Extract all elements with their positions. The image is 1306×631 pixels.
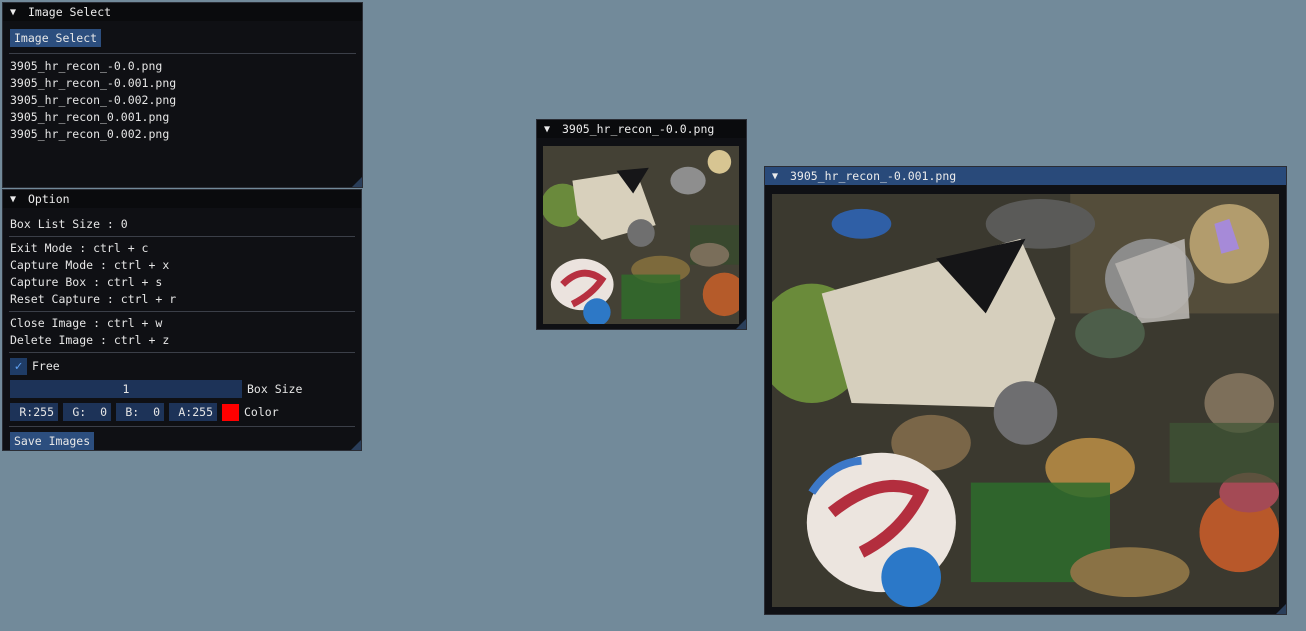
- resize-grip[interactable]: [736, 319, 746, 329]
- box-list-size-text: Box List Size : 0: [10, 217, 128, 231]
- window-title: Image Select: [28, 5, 112, 19]
- image-canvas[interactable]: [772, 194, 1279, 607]
- divider: [9, 311, 355, 312]
- color-g-input[interactable]: G: 0: [63, 403, 111, 421]
- image-window[interactable]: ▼ 3905_hr_recon_-0.0.png: [536, 119, 747, 330]
- divider: [9, 352, 355, 353]
- file-item[interactable]: 3905_hr_recon_0.002.png: [3, 126, 362, 143]
- free-checkbox[interactable]: ✓: [10, 357, 27, 375]
- shortcut-text: Capture Mode : ctrl + x: [10, 258, 170, 272]
- collapse-triangle-icon[interactable]: ▼: [772, 171, 790, 182]
- box-size-label: Box Size: [247, 382, 303, 396]
- file-item[interactable]: 3905_hr_recon_-0.001.png: [3, 75, 362, 92]
- image-select-window[interactable]: ▼ Image Select Image Select 3905_hr_reco…: [2, 2, 363, 188]
- resize-grip[interactable]: [1276, 604, 1286, 614]
- shortcut-text: Exit Mode : ctrl + c: [10, 241, 149, 255]
- divider: [9, 236, 355, 237]
- image-select-button[interactable]: Image Select: [10, 29, 102, 47]
- color-row: R:255 G: 0 B: 0 A:255 Color: [3, 402, 361, 422]
- window-title: Option: [28, 192, 70, 206]
- checkmark-icon: ✓: [14, 358, 23, 374]
- box-size-slider[interactable]: 1: [10, 380, 242, 398]
- color-label: Color: [244, 405, 279, 419]
- collapse-triangle-icon[interactable]: ▼: [10, 194, 28, 205]
- option-titlebar[interactable]: ▼ Option: [3, 190, 361, 208]
- color-swatch[interactable]: [222, 403, 239, 421]
- collapse-triangle-icon[interactable]: ▼: [544, 124, 562, 135]
- window-title: 3905_hr_recon_-0.0.png: [562, 122, 715, 136]
- file-item[interactable]: 3905_hr_recon_-0.002.png: [3, 92, 362, 109]
- collage-image: [543, 146, 739, 324]
- image-window-titlebar[interactable]: ▼ 3905_hr_recon_-0.001.png: [765, 167, 1286, 185]
- option-window[interactable]: ▼ Option Box List Size : 0 Exit Mode : c…: [2, 189, 362, 451]
- shortcut-text: Reset Capture : ctrl + r: [10, 292, 177, 306]
- file-item[interactable]: 3905_hr_recon_-0.0.png: [3, 58, 362, 75]
- divider: [9, 426, 355, 427]
- free-label: Free: [32, 359, 60, 373]
- color-a-input[interactable]: A:255: [169, 403, 217, 421]
- box-size-row: 1 Box Size: [3, 379, 361, 399]
- color-r-input[interactable]: R:255: [10, 403, 58, 421]
- shortcut-text: Close Image : ctrl + w: [10, 316, 163, 330]
- shortcut-text: Delete Image : ctrl + z: [10, 333, 170, 347]
- divider: [9, 53, 356, 54]
- image-select-titlebar[interactable]: ▼ Image Select: [3, 3, 362, 21]
- image-window-titlebar[interactable]: ▼ 3905_hr_recon_-0.0.png: [537, 120, 746, 138]
- color-b-input[interactable]: B: 0: [116, 403, 164, 421]
- image-window[interactable]: ▼ 3905_hr_recon_-0.001.png: [764, 166, 1287, 615]
- resize-grip[interactable]: [351, 440, 361, 450]
- collapse-triangle-icon[interactable]: ▼: [10, 7, 28, 18]
- image-canvas[interactable]: [543, 146, 739, 324]
- shortcut-text: Capture Box : ctrl + s: [10, 275, 163, 289]
- window-title: 3905_hr_recon_-0.001.png: [790, 169, 957, 183]
- free-checkbox-row: ✓ Free: [3, 356, 361, 376]
- file-item[interactable]: 3905_hr_recon_0.001.png: [3, 109, 362, 126]
- resize-grip[interactable]: [352, 177, 362, 187]
- save-images-button[interactable]: Save Images: [10, 432, 95, 450]
- file-list: 3905_hr_recon_-0.0.png 3905_hr_recon_-0.…: [3, 57, 362, 143]
- collage-image: [772, 194, 1279, 607]
